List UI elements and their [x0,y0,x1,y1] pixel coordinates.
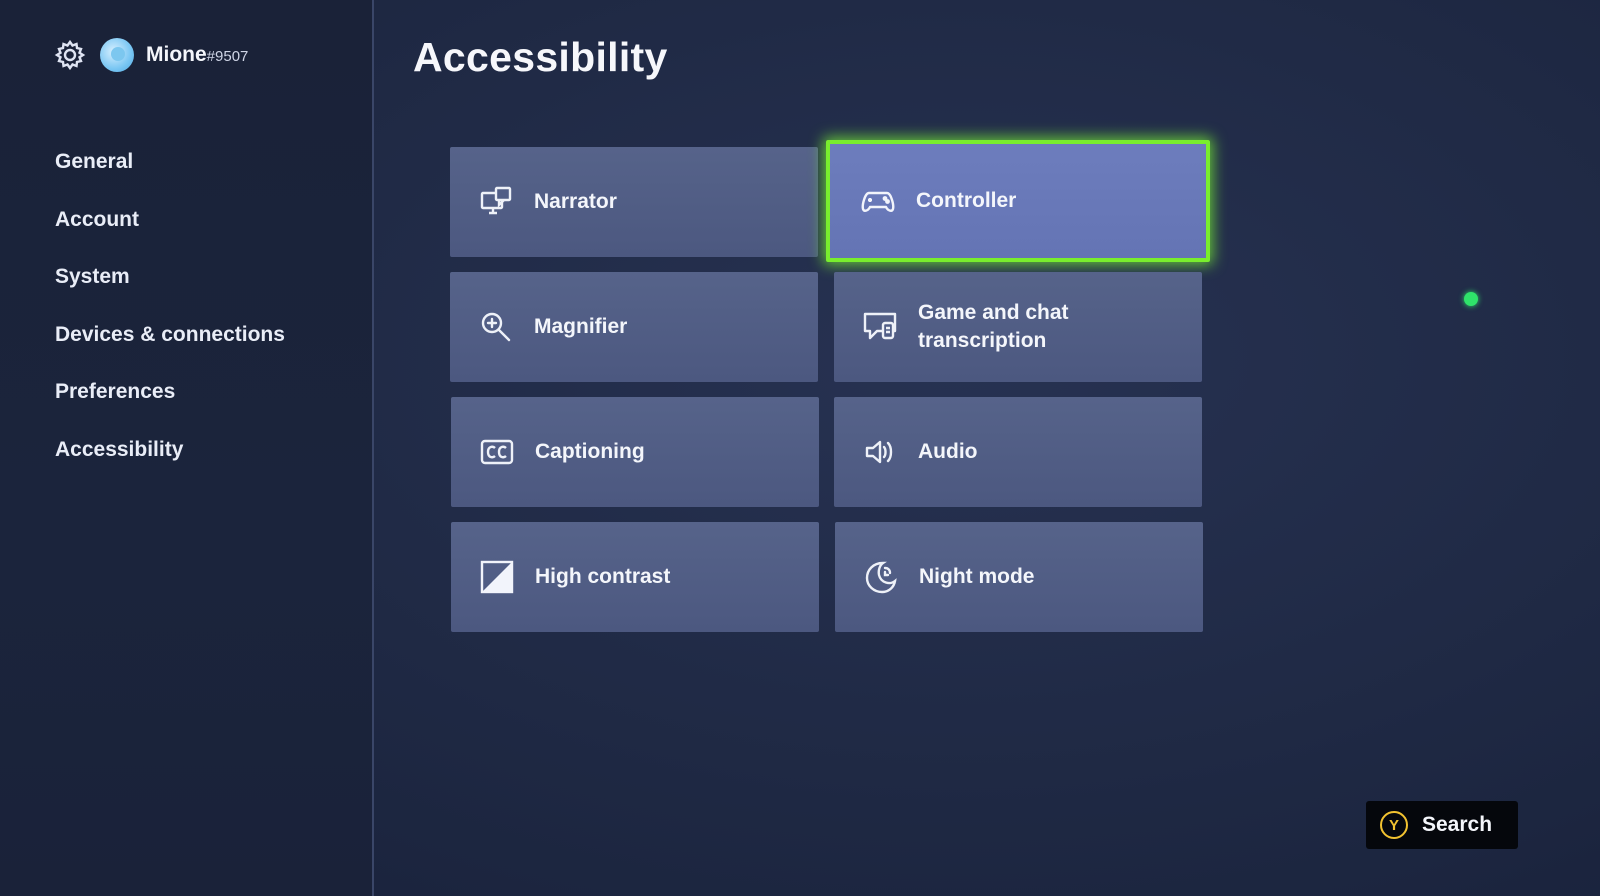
magnifier-tile[interactable]: Magnifier [450,272,818,382]
narrator-icon [478,184,514,220]
profile-header: Mione#9507 [54,38,248,72]
high-contrast-label: High contrast [535,565,671,588]
night-mode-tile[interactable]: Night mode [835,522,1203,632]
search-label: Search [1422,813,1493,836]
settings-nav: General Account System Devices & connect… [55,145,285,490]
controller-tile[interactable]: Controller [826,140,1210,262]
avatar[interactable] [100,38,134,72]
speaker-icon [862,434,898,470]
high-contrast-tile[interactable]: High contrast [451,522,819,632]
status-indicator [1464,292,1478,306]
sidebar-item-account[interactable]: Account [55,203,285,261]
audio-label: Audio [918,440,978,463]
cc-icon [479,434,515,470]
sidebar-item-devices-connections[interactable]: Devices & connections [55,318,285,376]
controller-icon [860,183,896,219]
y-button-icon: Y [1380,811,1408,839]
game-chat-transcription-label: Game and chat transcription [918,301,1069,352]
gamertag: Mione#9507 [146,43,248,67]
controller-label: Controller [916,189,1017,212]
gamertag-suffix: #9507 [206,48,249,65]
game-chat-transcription-tile[interactable]: Game and chat transcription [834,272,1202,382]
page-title: Accessibility [413,34,668,80]
high-contrast-icon [479,559,515,595]
narrator-label: Narrator [534,190,617,213]
night-mode-icon [863,559,899,595]
gear-icon [54,39,86,71]
chat-transcription-icon [862,309,898,345]
sidebar-item-accessibility[interactable]: Accessibility [55,433,285,491]
settings-sidebar: Mione#9507 General Account System Device… [0,0,374,896]
magnifier-icon [478,309,514,345]
audio-tile[interactable]: Audio [834,397,1202,507]
night-mode-label: Night mode [919,565,1035,588]
sidebar-item-general[interactable]: General [55,145,285,203]
narrator-tile[interactable]: Narrator [450,147,818,257]
captioning-label: Captioning [535,440,645,463]
sidebar-item-preferences[interactable]: Preferences [55,375,285,433]
search-button[interactable]: Y Search [1366,801,1518,849]
captioning-tile[interactable]: Captioning [451,397,819,507]
settings-screen: Mione#9507 General Account System Device… [0,0,1600,896]
magnifier-label: Magnifier [534,315,628,338]
gamertag-name: Mione [146,43,207,66]
sidebar-item-system[interactable]: System [55,260,285,318]
